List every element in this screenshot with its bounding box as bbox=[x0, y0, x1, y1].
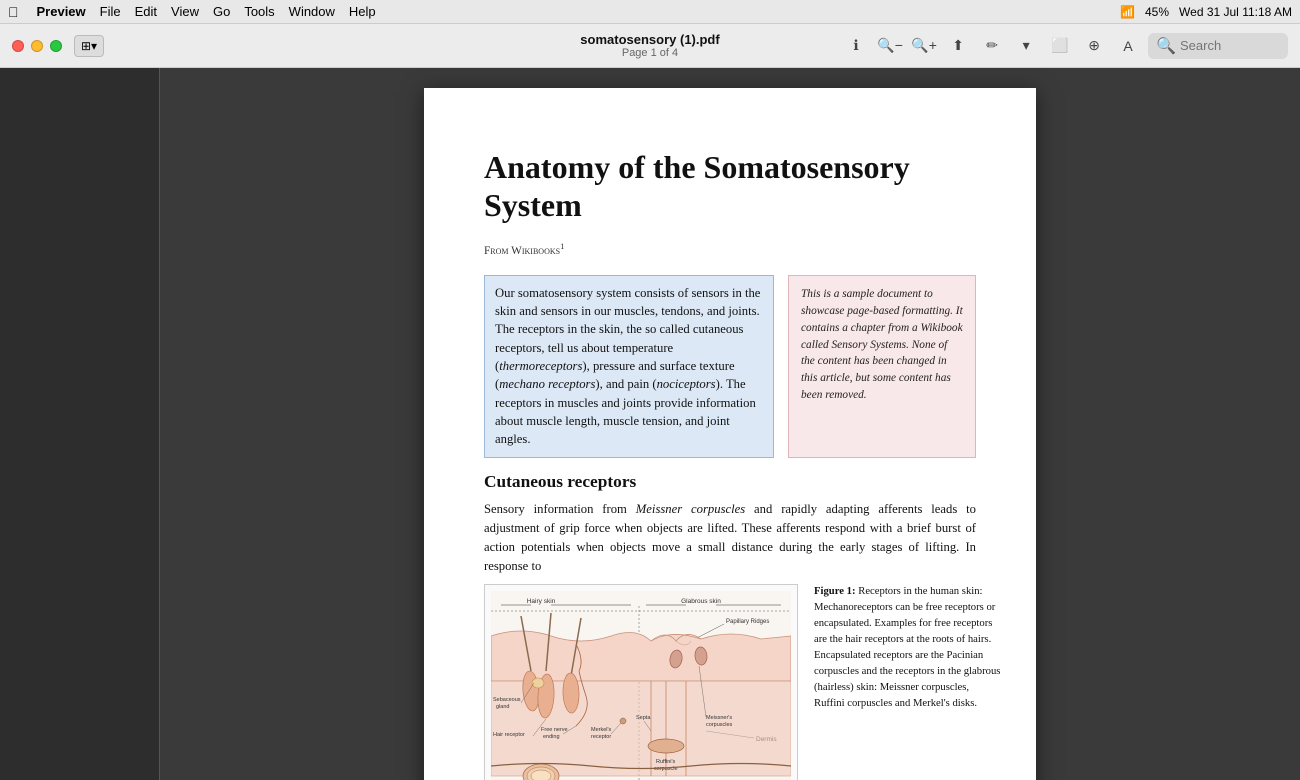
body-paragraph-sensory: Sensory information from Meissner corpus… bbox=[484, 500, 976, 576]
figure-caption: Figure 1: Receptors in the human skin: M… bbox=[814, 584, 1002, 712]
septa-label: Septa bbox=[636, 715, 651, 721]
figure-section: Hairy skin Glabrous skin Papillary Ridge… bbox=[484, 584, 976, 780]
meissners-label: Meissner's bbox=[706, 715, 732, 721]
glabrous-skin-label: Glabrous skin bbox=[681, 598, 721, 605]
pdf-page: Anatomy of the Somatosensory System From… bbox=[424, 88, 1036, 780]
zoom-in-button[interactable]: 🔍+ bbox=[910, 32, 938, 60]
menu-help[interactable]: Help bbox=[349, 4, 376, 19]
content-area: Anatomy of the Somatosensory System From… bbox=[0, 68, 1300, 780]
crop-button[interactable]: ⬜ bbox=[1046, 32, 1074, 60]
hairy-skin-label: Hairy skin bbox=[527, 598, 556, 605]
svg-text:ending: ending bbox=[543, 734, 560, 740]
pink-info-box: This is a sample document to showcase pa… bbox=[788, 275, 976, 458]
search-box[interactable]: 🔍 bbox=[1148, 33, 1288, 59]
section-heading-cutaneous: Cutaneous receptors bbox=[484, 472, 976, 492]
apple-menu[interactable]:  bbox=[8, 4, 19, 20]
annotate-button[interactable]: ✏ bbox=[978, 32, 1006, 60]
sidebar-toggle-button[interactable]: ⊞▾ bbox=[74, 35, 104, 57]
menu-preview[interactable]: Preview bbox=[37, 4, 86, 19]
figure-label: Figure 1: bbox=[814, 586, 856, 597]
menu-go[interactable]: Go bbox=[213, 4, 230, 19]
svg-text:corpuscles: corpuscles bbox=[706, 722, 733, 728]
pdf-title: Anatomy of the Somatosensory System bbox=[484, 148, 976, 225]
ruffinis-label: Ruffini's bbox=[656, 759, 676, 765]
highlighted-paragraph: Our somatosensory system consists of sen… bbox=[484, 275, 774, 458]
zoom-out-button[interactable]: 🔍− bbox=[876, 32, 904, 60]
figure-caption-text: Receptors in the human skin: Mechanorece… bbox=[814, 586, 1000, 709]
hair-receptor-label: Hair receptor bbox=[493, 732, 525, 738]
minimize-button[interactable] bbox=[31, 40, 43, 52]
sebaceous-label: Sebaceous bbox=[493, 697, 521, 703]
intro-two-column: Our somatosensory system consists of sen… bbox=[484, 275, 976, 458]
window-controls[interactable] bbox=[12, 40, 62, 52]
text-button[interactable]: A bbox=[1114, 32, 1142, 60]
close-button[interactable] bbox=[12, 40, 24, 52]
share-button[interactable]: ⬆ bbox=[944, 32, 972, 60]
menu-view[interactable]: View bbox=[171, 4, 199, 19]
annotate-chevron[interactable]: ▾ bbox=[1012, 32, 1040, 60]
pdf-from-wikibooks: From Wikibooks1 bbox=[484, 241, 976, 257]
svg-text:receptor: receptor bbox=[591, 734, 611, 740]
menu-bar:  Preview File Edit View Go Tools Window… bbox=[0, 0, 1300, 24]
figure-container: Hairy skin Glabrous skin Papillary Ridge… bbox=[484, 584, 798, 780]
skin-diagram-wrapper: Hairy skin Glabrous skin Papillary Ridge… bbox=[484, 584, 798, 780]
merkels-label: Merkel's bbox=[591, 727, 612, 733]
sidebar-panel bbox=[0, 68, 160, 780]
title-bar: ⊞▾ somatosensory (1).pdf Page 1 of 4 ℹ 🔍… bbox=[0, 24, 1300, 68]
svg-text:gland: gland bbox=[496, 704, 509, 710]
menu-window[interactable]: Window bbox=[289, 4, 335, 19]
free-nerve-label: Free nerve bbox=[541, 727, 568, 733]
menu-edit[interactable]: Edit bbox=[135, 4, 157, 19]
search-icon: 🔍 bbox=[1156, 36, 1176, 56]
clock: Wed 31 Jul 11:18 AM bbox=[1179, 5, 1292, 19]
menu-file[interactable]: File bbox=[100, 4, 121, 19]
info-button[interactable]: ℹ bbox=[842, 32, 870, 60]
skin-diagram-svg: Hairy skin Glabrous skin Papillary Ridge… bbox=[491, 591, 791, 780]
stamp-button[interactable]: ⊕ bbox=[1080, 32, 1108, 60]
maximize-button[interactable] bbox=[50, 40, 62, 52]
toolbar-icons: ℹ 🔍− 🔍+ ⬆ ✏ ▾ ⬜ ⊕ A 🔍 bbox=[842, 32, 1288, 60]
papillary-ridges-label: Papillary Ridges bbox=[726, 619, 769, 625]
document-filename: somatosensory (1).pdf bbox=[580, 32, 719, 47]
search-input[interactable] bbox=[1180, 38, 1280, 53]
document-page-indicator: Page 1 of 4 bbox=[580, 47, 719, 59]
document-title-group: somatosensory (1).pdf Page 1 of 4 bbox=[580, 32, 719, 59]
menu-tools[interactable]: Tools bbox=[244, 4, 274, 19]
battery-level: 45% bbox=[1145, 5, 1169, 19]
wifi-icon: 📶 bbox=[1120, 5, 1135, 19]
pdf-canvas-area[interactable]: Anatomy of the Somatosensory System From… bbox=[160, 68, 1300, 780]
